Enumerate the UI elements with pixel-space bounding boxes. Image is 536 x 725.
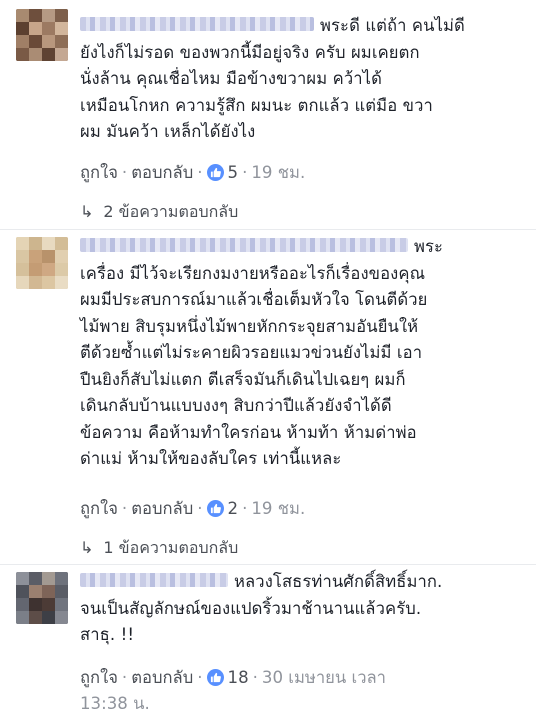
reply-button[interactable]: ตอบกลับ [131,499,193,518]
commenter-name[interactable] [80,237,408,252]
commenter-name[interactable] [80,572,228,587]
like-button[interactable]: ถูกใจ [80,668,118,687]
thumbs-up-icon[interactable] [206,669,224,686]
reply-button[interactable]: ตอบกลับ [131,163,193,182]
avatar[interactable] [16,572,68,624]
comment-actions: ถูกใจ · ตอบกลับ · 2 · 19 ชม. [80,499,306,518]
view-replies-link[interactable]: ↳ 2 ข้อความตอบกลับ [80,200,238,225]
reply-arrow-icon: ↳ [80,538,94,557]
comment-text: พระ เครื่อง มีไว้จะเรียกงมงายหรืออะไรก็เ… [80,237,444,468]
timestamp[interactable]: 19 ชม. [251,499,305,518]
divider [0,564,536,565]
timestamp-time[interactable]: 13:38 น. [80,694,150,713]
like-count[interactable]: 18 [228,668,249,687]
comment-text: หลวงโสธรท่านศักดิ์สิทธิ์มาก. จนเป็นสัญลั… [80,572,443,644]
like-button[interactable]: ถูกใจ [80,499,118,518]
replies-count-label[interactable]: 1 ข้อความตอบกลับ [103,538,238,557]
replies-count-label[interactable]: 2 ข้อความตอบกลับ [103,202,238,221]
reply-button[interactable]: ตอบกลับ [131,668,193,687]
timestamp[interactable]: 30 เมษายน เวลา [262,668,386,687]
comment-text: พระดี แต่ถ้า คนไม่ดี ยังไงก็ไม่รอด ของพว… [80,16,465,141]
thumbs-up-icon[interactable] [206,164,224,181]
thumbs-up-icon[interactable] [206,500,224,517]
like-button[interactable]: ถูกใจ [80,163,118,182]
like-count[interactable]: 2 [228,499,239,518]
reply-arrow-icon: ↳ [80,202,94,221]
like-count[interactable]: 5 [228,163,239,182]
divider [0,229,536,230]
avatar[interactable] [16,237,68,289]
avatar[interactable] [16,9,68,61]
timestamp[interactable]: 19 ชม. [251,163,305,182]
view-replies-link[interactable]: ↳ 1 ข้อความตอบกลับ [80,536,238,561]
commenter-name[interactable] [80,16,314,31]
comment-actions: ถูกใจ · ตอบกลับ · 5 · 19 ชม. [80,163,306,182]
comment-actions: ถูกใจ · ตอบกลับ · 18 · 30 เมษายน เวลา 13:38 น. [80,668,386,713]
